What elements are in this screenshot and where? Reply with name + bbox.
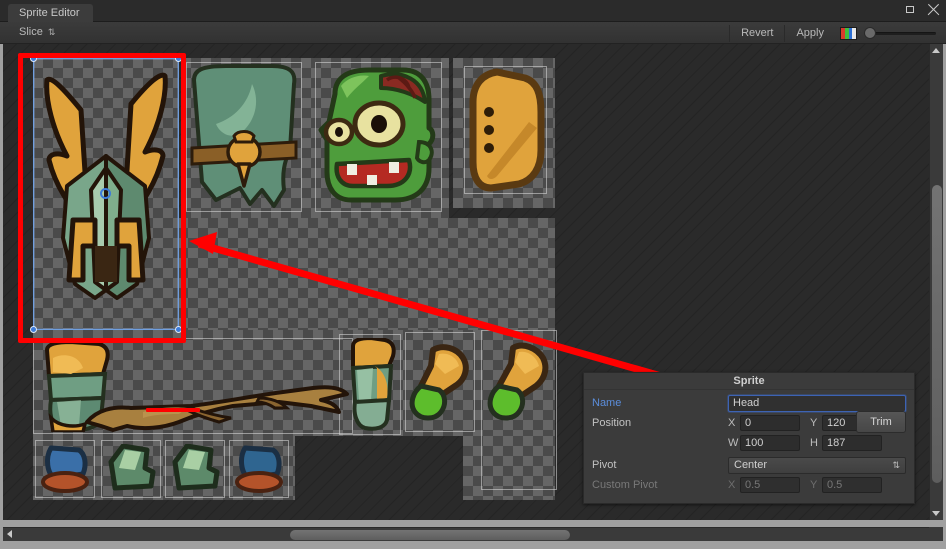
arrow-left-icon[interactable] [7,530,12,538]
sprite-art-zombie-head [318,67,436,203]
row-position-wh: W 100 H 187 [592,434,906,452]
horizontal-scrollbar[interactable] [3,527,943,541]
custom-pivot-x-input: 0.5 [740,477,800,493]
sprite-editor-window: Sprite Editor Slice ⇅ Revert Apply Sprit… [0,0,946,549]
chevron-updown-icon: ⇅ [47,27,56,37]
h-label: H [810,437,818,449]
sprite-canvas[interactable]: Sprite Name Head Position X 0 Y 120 W 10… [3,44,943,520]
sprite-art-boot-green-left [108,444,156,491]
arrow-down-icon[interactable] [932,511,940,516]
zoom-slider[interactable] [864,26,936,40]
checker-bg [178,218,555,330]
name-label: Name [592,397,622,409]
toolbar-right-group: Revert Apply [729,22,938,44]
position-x-input[interactable]: 0 [740,415,800,431]
tab-label: Sprite Editor [19,7,80,19]
sprite-art-arm-upper [350,338,396,431]
sprite-art-boot-blue-right [235,445,283,493]
maximize-icon[interactable] [904,3,917,16]
sprite-art-gold-shield [469,68,545,192]
rgb-channel-icon[interactable] [840,26,857,40]
sprite-art-arm-lower [409,344,469,421]
row-name: Name Head [592,394,906,412]
editor-toolbar: Slice ⇅ Revert Apply [0,22,946,44]
slice-label: Slice [19,26,43,38]
vertical-scroll-thumb[interactable] [931,184,943,484]
scrollbar-corner [929,527,943,541]
inspector-title: Sprite [584,373,914,390]
position-h-input[interactable]: 187 [822,435,882,451]
trim-button[interactable]: Trim [856,411,906,433]
tab-sprite-editor[interactable]: Sprite Editor [8,4,93,22]
pivot-label: Pivot [592,459,617,471]
custom-y-label: Y [810,479,818,491]
revert-button[interactable]: Revert [729,24,784,42]
w-label: W [728,437,739,449]
row-custom-pivot: Custom Pivot X 0.5 Y 0.5 [592,476,906,494]
sprite-art-arm-extra [487,342,549,421]
y-label: Y [810,417,818,429]
apply-button[interactable]: Apply [784,24,835,42]
slice-dropdown-button[interactable]: Slice ⇅ [10,24,63,41]
position-w-input[interactable]: 100 [740,435,800,451]
name-input[interactable]: Head [728,394,906,412]
x-label: X [728,417,736,429]
sprite-art-green-cape [190,64,298,208]
row-pivot: Pivot Center ⇅ [592,456,906,474]
sprite-sheet [23,55,563,502]
sprite-inspector-panel: Sprite Name Head Position X 0 Y 120 W 10… [583,372,915,504]
custom-x-label: X [728,479,736,491]
position-label: Position [592,417,632,429]
horizontal-scroll-thumb[interactable] [289,529,571,541]
pivot-value: Center [734,459,768,471]
close-icon[interactable] [927,3,940,16]
pivot-dropdown[interactable]: Center ⇅ [728,456,906,474]
selection-handle-br[interactable] [175,326,182,333]
sprite-art-boot-green-right [172,444,220,491]
custom-pivot-y-input: 0.5 [822,477,882,493]
arrow-up-icon[interactable] [932,48,940,53]
sprite-art-boot-blue-left [41,445,89,493]
window-controls [904,3,940,16]
custom-pivot-label: Custom Pivot [592,479,658,491]
selection-handle-tr[interactable] [175,55,182,62]
window-titlebar: Sprite Editor [0,0,946,22]
selection-handle-bl[interactable] [30,326,37,333]
annotation-name-underline [146,408,200,412]
pivot-handle[interactable] [100,188,111,199]
chevron-updown-icon: ⇅ [892,459,900,470]
inspector-body: Name Head Position X 0 Y 120 W 100 H 187 [584,390,914,494]
vertical-scrollbar[interactable] [929,44,943,520]
sprite-art-wooden-branch [85,385,349,432]
zoom-slider-handle[interactable] [864,26,876,39]
selection-handle-tl[interactable] [30,55,37,62]
